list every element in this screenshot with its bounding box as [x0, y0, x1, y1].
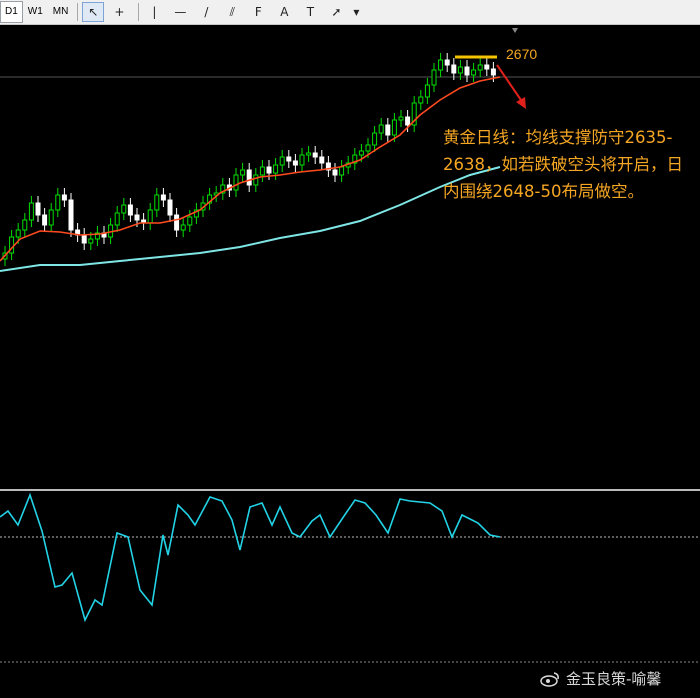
candle-body	[121, 204, 127, 214]
candle-body	[451, 64, 457, 74]
candle-body	[174, 214, 180, 231]
cursor-tool-icon[interactable]: ↖	[82, 2, 105, 22]
analysis-annotation: 黄金日线：均线支撑防守2635-2638，如若跌破空头将开启，日内围绕2648-…	[443, 128, 683, 201]
candle-body	[477, 64, 483, 71]
candle-body	[28, 202, 34, 221]
candle-body	[312, 152, 318, 158]
candle-body	[167, 199, 173, 216]
candle-body	[365, 144, 371, 152]
candle-body	[332, 169, 338, 176]
candle-body	[457, 66, 463, 74]
weibo-logo-icon	[540, 671, 559, 687]
candle-body	[134, 214, 140, 221]
text-label-tool-icon[interactable]: T	[299, 2, 321, 22]
candle-body	[378, 124, 384, 134]
candle-body	[273, 164, 279, 174]
chart-toolbar: D1 W1 MN ↖ + | — / ⫽ F A T ➚ ▾	[0, 0, 700, 25]
candle-body	[154, 194, 160, 211]
candle-body	[253, 174, 259, 186]
candle-body	[319, 156, 325, 164]
candle-body	[444, 59, 450, 66]
candle-body	[418, 96, 424, 104]
shift-marker-icon	[512, 28, 518, 33]
arrows-tool-icon[interactable]: ➚	[325, 2, 347, 22]
watermark: 金玉良策-喻馨	[540, 668, 661, 689]
crosshair-tool-icon[interactable]: +	[108, 2, 130, 22]
candle-body	[438, 59, 444, 71]
candle-body	[55, 194, 61, 211]
candle-body	[266, 166, 272, 174]
candle-body	[431, 69, 437, 86]
candle-body	[286, 156, 292, 162]
candle-body	[88, 238, 94, 244]
text-tool-icon[interactable]: A	[273, 2, 295, 22]
candle-body	[114, 212, 120, 226]
candle-body	[233, 174, 239, 191]
candle-body	[259, 166, 265, 176]
candle-body	[48, 209, 54, 226]
candle-body	[22, 219, 28, 231]
timeframe-mn-button[interactable]: MN	[48, 1, 74, 23]
fibonacci-tool-icon[interactable]: F	[247, 2, 269, 22]
candle-body	[391, 119, 397, 136]
trendline-tool-icon[interactable]: /	[195, 2, 217, 22]
candle-body	[15, 229, 21, 238]
candle-body	[147, 209, 153, 224]
candle-body	[306, 152, 312, 156]
bearish-arrow[interactable]	[496, 64, 524, 104]
price-level-label: 2670	[506, 46, 538, 62]
candle-body	[279, 156, 285, 166]
toolbar-separator	[77, 3, 79, 21]
candle-body	[68, 199, 74, 231]
candle-body	[180, 224, 186, 231]
candle-body	[405, 116, 411, 126]
toolbar-separator	[138, 3, 140, 21]
candle-body	[81, 234, 87, 244]
candle-body	[398, 116, 404, 121]
candle-body	[484, 64, 490, 70]
candle-body	[187, 216, 193, 226]
candle-body	[358, 150, 364, 156]
candle-body	[464, 66, 470, 76]
ma-fast-line	[0, 76, 501, 262]
candle-body	[240, 169, 246, 176]
candle-body	[339, 166, 345, 176]
horizontal-line-tool-icon[interactable]: —	[169, 2, 191, 22]
candle-body	[424, 84, 430, 98]
candle-body	[42, 214, 48, 226]
candle-body	[160, 194, 166, 201]
candle-body	[61, 194, 67, 201]
oscillator-line	[0, 492, 501, 623]
equidistant-channel-tool-icon[interactable]: ⫽	[221, 2, 243, 22]
candle-body	[471, 69, 477, 76]
vertical-line-tool-icon[interactable]: |	[143, 2, 165, 22]
candle-body	[35, 202, 41, 216]
timeframe-d1-button[interactable]: D1	[0, 1, 23, 23]
watermark-text: 金玉良策-喻馨	[566, 670, 662, 688]
candle-body	[385, 124, 391, 136]
timeframe-w1-button[interactable]: W1	[23, 1, 48, 23]
candle-body	[490, 68, 496, 76]
candle-body	[292, 160, 298, 166]
candle-body	[299, 154, 305, 166]
candle-body	[372, 132, 378, 146]
candle-body	[246, 169, 252, 186]
dropdown-arrow-icon[interactable]: ▾	[351, 2, 361, 22]
candle-body	[127, 204, 133, 216]
